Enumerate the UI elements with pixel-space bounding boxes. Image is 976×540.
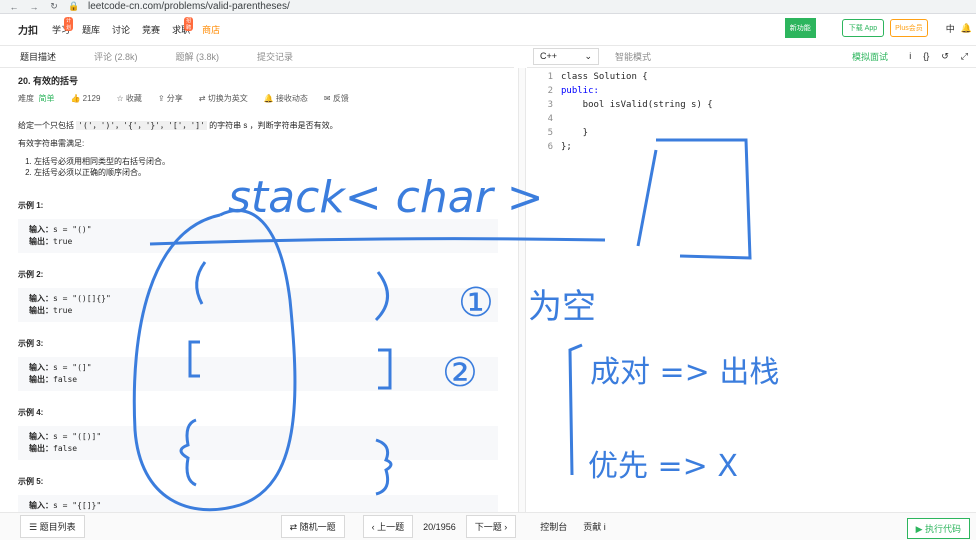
bottom-bar: ☰ 题目列表 ⇄ 随机一题 ‹ 上一题 20/1956 下一题 › 控制台 贡献… — [0, 512, 976, 540]
editor-toolbar: C++ ⌄ 智能模式 模拟面试 i {} ↺ ⤢ — [527, 46, 976, 68]
difficulty-row: 难度 简单 — [18, 94, 55, 103]
nav-contest[interactable]: 竞赛 — [142, 23, 160, 36]
download-app-button[interactable]: 下载 App — [841, 19, 885, 37]
code-line: 2 public: — [547, 86, 599, 96]
example-box: 输入：s = "([)]" 输出：false — [18, 426, 498, 460]
problem-description: 20. 有效的括号 难度 简单 👍 2129 ☆ 收藏 ⇪ 分享 ⇄ 切换为英文… — [18, 76, 503, 529]
reset-icon[interactable]: ↺ — [941, 51, 949, 62]
new-feature-button[interactable]: 新功能 — [784, 18, 816, 38]
tab-submissions[interactable]: 提交记录 — [257, 50, 293, 63]
thumbs-up-icon: 👍 — [70, 94, 81, 103]
annotation-note-fail: 优先 => X — [588, 449, 738, 484]
annotation-brace-bracket — [568, 343, 583, 476]
like-button[interactable]: 👍 2129 — [70, 93, 100, 104]
rule-item: 左括号必须以正确的顺序闭合。 — [34, 167, 503, 178]
tab-description[interactable]: 题目描述 — [20, 50, 56, 63]
language-select[interactable]: C++ ⌄ — [533, 48, 599, 65]
example-title: 示例 4: — [18, 408, 44, 417]
url-bar[interactable]: leetcode-cn.com/problems/valid-parenthes… — [88, 1, 290, 12]
example-box: 输入：s = "()" 输出：true — [18, 219, 498, 253]
contribute-button[interactable]: 贡献 i — [583, 520, 606, 533]
problem-statement: 给定一个只包括 '('，')'，'{'，'}'，'['，']' 的字符串 s ，… — [18, 121, 338, 130]
valid-intro: 有效字符串需满足: — [18, 139, 85, 148]
nav-problems[interactable]: 题库 — [82, 23, 100, 36]
example-title: 示例 2: — [18, 270, 44, 279]
problem-list-button[interactable]: ☰ 题目列表 — [20, 515, 85, 538]
browser-bar: ← → ↻ 🔒 leetcode-cn.com/problems/valid-p… — [0, 0, 976, 14]
run-code-button[interactable]: ▶ 执行代码 — [906, 518, 970, 539]
bell-icon[interactable]: 🔔 — [961, 23, 972, 34]
language-switch[interactable]: 中 — [946, 22, 955, 35]
switch-english-button[interactable]: ⇄ 切换为英文 — [199, 93, 248, 104]
example-box: 输入：s = "()[]{}" 输出：true — [18, 288, 498, 322]
forward-icon[interactable]: → — [28, 2, 40, 12]
top-navigation: 力扣 学习 计划 题库 讨论 竞赛 求职 招聘 商店 新功能 下载 App Plus… — [0, 14, 976, 46]
problem-meta: 难度 简单 👍 2129 ☆ 收藏 ⇪ 分享 ⇄ 切换为英文 🔔 接收动态 ✉ … — [18, 93, 503, 104]
mock-interview-button[interactable]: 模拟面试 — [852, 50, 888, 63]
console-toggle[interactable]: 控制台 — [540, 520, 567, 533]
info-icon[interactable]: i — [909, 51, 911, 62]
nav-discuss[interactable]: 讨论 — [112, 23, 130, 36]
code-line: 4 — [547, 114, 553, 124]
difficulty-badge: 简单 — [38, 94, 55, 103]
nav-badge: 计划 — [64, 17, 74, 31]
previous-problem-button[interactable]: ‹ 上一题 — [362, 515, 414, 538]
annotation-note-empty: 为空 — [528, 287, 596, 327]
nav-jobs[interactable]: 求职 招聘 — [172, 17, 194, 36]
annotation-stack-box — [636, 138, 752, 260]
back-icon[interactable]: ← — [8, 2, 20, 12]
rule-item: 左括号必须用相同类型的右括号闭合。 — [34, 156, 503, 167]
logo[interactable]: 力扣 — [18, 22, 38, 37]
nav-learn[interactable]: 学习 计划 — [52, 17, 74, 36]
reload-icon[interactable]: ↻ — [48, 1, 60, 12]
random-problem-button[interactable]: ⇄ 随机一题 — [280, 515, 345, 538]
code-editor[interactable]: 1 class Solution { 2 public: 3 bool isVali… — [527, 70, 976, 154]
lock-icon: 🔒 — [68, 1, 80, 11]
nav-store[interactable]: 商店 — [202, 23, 220, 36]
problem-tabs: 题目描述 评论 (2.8k) 题解 (3.8k) 提交记录 — [0, 46, 514, 68]
problem-title: 20. 有效的括号 — [18, 76, 79, 86]
code-line: 5 } — [547, 128, 589, 138]
example-title: 示例 3: — [18, 339, 44, 348]
favorite-button[interactable]: ☆ 收藏 — [116, 93, 141, 104]
share-button[interactable]: ⇪ 分享 — [158, 93, 183, 104]
tab-comments[interactable]: 评论 (2.8k) — [94, 50, 138, 63]
pane-divider[interactable] — [518, 68, 526, 512]
code-line: 3 bool isValid(string s) { — [547, 100, 713, 110]
tab-solutions[interactable]: 题解 (3.8k) — [176, 50, 220, 63]
code-line: 6}; — [547, 142, 572, 152]
chevron-down-icon: ⌄ — [584, 51, 592, 61]
example-box: 输入：s = "(]" 输出：false — [18, 357, 498, 391]
rules-list: 左括号必须用相同类型的右括号闭合。 左括号必须以正确的顺序闭合。 — [34, 156, 503, 178]
braces-icon[interactable]: {} — [923, 51, 929, 62]
feedback-button[interactable]: ✉ 反馈 — [324, 93, 349, 104]
example-title: 示例 1: — [18, 201, 44, 210]
example-title: 示例 5: — [18, 477, 44, 486]
next-problem-button[interactable]: 下一题 › — [465, 515, 517, 538]
plus-member-button[interactable]: Plus会员 — [890, 19, 928, 37]
annotation-note-pair: 成对 => 出栈 — [590, 355, 779, 390]
smart-mode-toggle[interactable]: 智能模式 — [615, 50, 651, 63]
fullscreen-icon[interactable]: ⤢ — [961, 51, 968, 62]
code-line: 1 class Solution { — [547, 72, 648, 82]
page-indicator: 20/1956 — [423, 521, 456, 532]
nav-badge: 招聘 — [184, 17, 194, 31]
notification-button[interactable]: 🔔 接收动态 — [264, 93, 308, 104]
